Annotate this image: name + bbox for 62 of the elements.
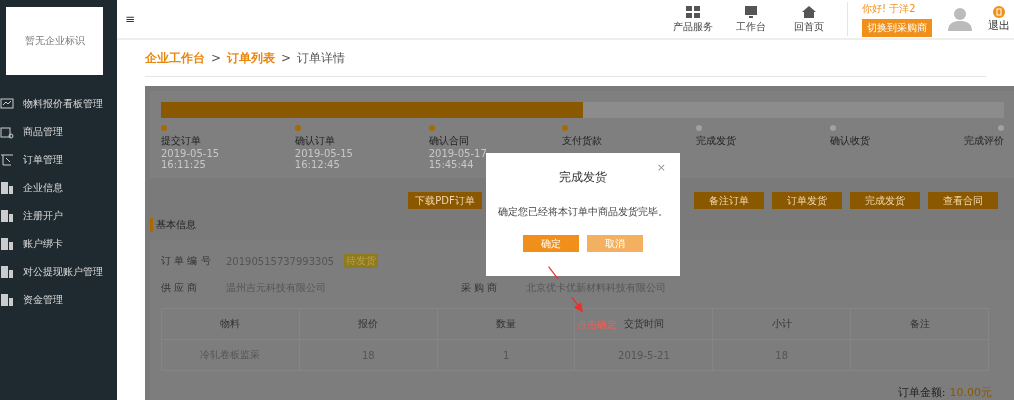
logo-text: 暂无企业标识 xyxy=(24,34,85,48)
step-date: 2019-05-15 xyxy=(161,148,221,159)
sidebar-item[interactable]: 注册开户 xyxy=(0,202,117,230)
box-icon xyxy=(0,125,14,139)
column-header: 备注 xyxy=(850,308,989,340)
building-icon xyxy=(0,293,14,307)
grid-icon xyxy=(685,4,701,19)
breadcrumb-separator: > xyxy=(211,51,222,66)
sidebar-item[interactable]: 商品管理 xyxy=(0,118,117,146)
total-amount: 10.00元 xyxy=(949,385,992,400)
menu-icon[interactable]: ≡ xyxy=(125,12,136,27)
field-label: 订 单 编 号 xyxy=(161,254,212,268)
sidebar-item[interactable]: 物料报价看板管理 xyxy=(0,90,117,118)
section-title: 基本信息 xyxy=(150,218,196,232)
shortcut-button[interactable]: 工作台 xyxy=(727,4,775,34)
step-date: 2019-05-15 xyxy=(294,148,354,159)
sidebar-item[interactable]: 订单管理 xyxy=(0,146,117,174)
sidebar-item[interactable]: 对公提现账户管理 xyxy=(0,258,117,286)
step-label: 完成发货 xyxy=(696,134,738,148)
step-label: 确认收货 xyxy=(830,134,872,148)
sidebar-item[interactable]: 企业信息 xyxy=(0,174,117,202)
building-icon xyxy=(0,209,14,223)
logout-button[interactable]: 退出 xyxy=(988,5,1010,33)
action-button[interactable]: 订单发货 xyxy=(772,192,842,209)
field-label: 采 购 商 xyxy=(461,281,499,295)
step-time: 16:12:45 xyxy=(294,159,341,170)
step-label: 提交订单 xyxy=(161,134,202,148)
chart-icon xyxy=(0,97,14,111)
shortcut-button[interactable]: 产品服务 xyxy=(669,4,717,34)
field-label: 供 应 商 xyxy=(161,281,199,295)
column-header: 报价 xyxy=(299,308,438,340)
dialog-message: 确定您已经将本订单中商品发货完毕。 xyxy=(498,205,668,219)
breadcrumb-separator: > xyxy=(281,51,292,66)
step-date: 2019-05-17 xyxy=(428,148,488,159)
step-label: 确认合同 xyxy=(428,134,470,148)
column-header: 物料 xyxy=(161,308,300,340)
avatar-icon xyxy=(948,7,972,32)
step-label: 确认订单 xyxy=(294,134,336,148)
step-label: 支付货款 xyxy=(562,134,604,148)
action-button[interactable]: 查看合同 xyxy=(928,192,998,209)
sidebar-item[interactable]: 资金管理 xyxy=(0,286,117,314)
action-button[interactable]: 下载PDF订单 xyxy=(408,192,482,209)
shortcut-button[interactable]: 回首页 xyxy=(785,4,833,34)
home-icon xyxy=(801,4,817,19)
action-button[interactable]: 完成发货 xyxy=(850,192,920,209)
step-time: 15:45:44 xyxy=(428,159,475,170)
monitor-icon xyxy=(743,4,759,19)
dialog-title: 完成发货 xyxy=(559,169,607,186)
column-header: 数量 xyxy=(437,308,575,340)
action-button[interactable]: 备注订单 xyxy=(694,192,764,209)
building-icon xyxy=(0,237,14,251)
column-header: 小计 xyxy=(712,308,851,340)
sidebar-item[interactable]: 账户绑卡 xyxy=(0,230,117,258)
building-icon xyxy=(0,181,14,195)
step-time: 16:11:25 xyxy=(161,159,207,170)
greeting-text: 你好! 于洋2 xyxy=(862,1,916,16)
annotation-text: 点击确定 xyxy=(577,318,617,332)
step-label: 完成评价 xyxy=(963,134,1004,148)
logout-icon xyxy=(993,5,1005,18)
breadcrumb-item: 订单详情 xyxy=(297,49,346,67)
building-icon xyxy=(0,265,14,279)
total-label: 订单金额: xyxy=(897,385,946,400)
